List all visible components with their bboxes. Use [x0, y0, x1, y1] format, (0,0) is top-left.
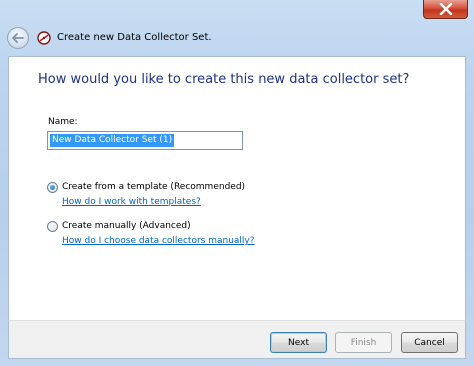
next-button[interactable]: Next — [270, 332, 327, 353]
finish-button[interactable]: Finish — [335, 332, 392, 353]
manual-help-link[interactable]: How do I choose data collectors manually… — [62, 236, 255, 246]
manual-option-label[interactable]: Create manually (Advanced) — [62, 221, 191, 231]
wizard-window: Create new Data Collector Set. How would… — [0, 0, 474, 366]
arrow-left-icon — [12, 33, 24, 43]
window-title: Create new Data Collector Set. — [57, 32, 212, 43]
name-label: Name: — [48, 117, 78, 127]
template-radio[interactable] — [47, 182, 58, 193]
templates-help-link[interactable]: How do I work with templates? — [62, 197, 201, 207]
cancel-button[interactable]: Cancel — [401, 332, 458, 353]
manual-radio[interactable] — [47, 221, 58, 232]
name-field-value: New Data Collector Set (1) — [50, 134, 175, 147]
name-field[interactable]: New Data Collector Set (1) — [47, 131, 243, 150]
wizard-footer — [8, 320, 466, 359]
template-option-label[interactable]: Create from a template (Recommended) — [62, 182, 245, 192]
back-button[interactable] — [7, 27, 29, 49]
page-heading: How would you like to create this new da… — [38, 72, 410, 87]
close-icon — [439, 3, 452, 15]
close-button[interactable] — [423, 0, 468, 19]
performance-monitor-icon — [37, 31, 51, 45]
